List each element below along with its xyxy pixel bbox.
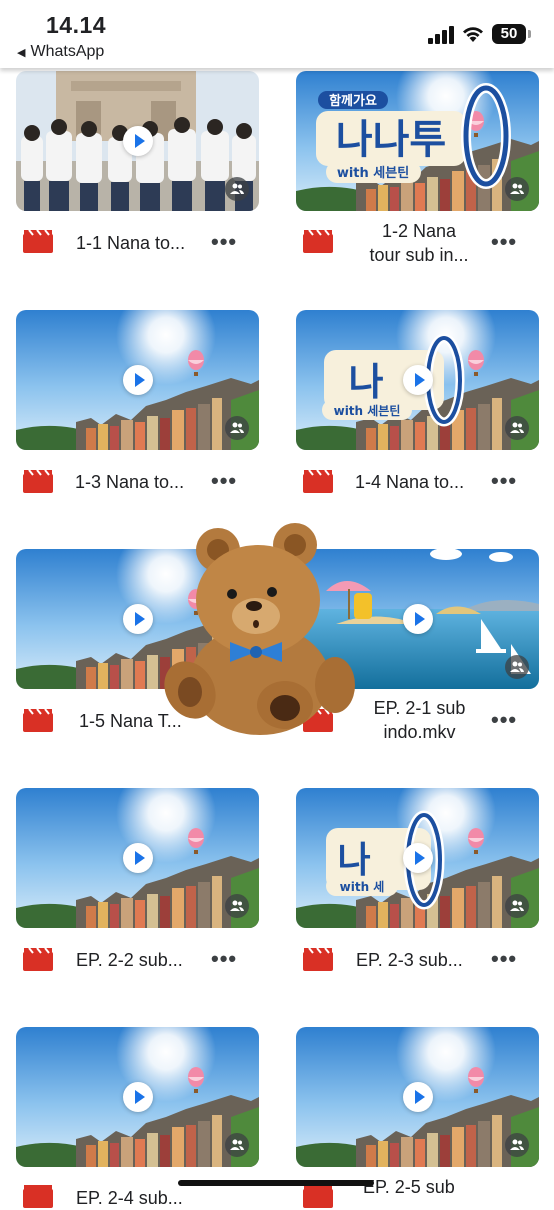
svg-text:나: 나 (337, 840, 370, 881)
svg-text:with 세: with 세 (340, 879, 385, 894)
more-options-icon[interactable]: ••• (211, 231, 237, 253)
play-icon (402, 365, 433, 395)
shared-people-icon (505, 894, 529, 918)
home-indicator[interactable] (178, 1180, 374, 1186)
file-name-line1: 1-2 Nana (381, 221, 457, 241)
shared-people-icon (505, 416, 529, 440)
video-file-icon (303, 947, 333, 971)
video-file-icon (23, 229, 53, 253)
cellular-signal-icon (428, 26, 454, 44)
play-icon (402, 604, 433, 634)
more-options-icon[interactable]: ••• (491, 231, 517, 253)
video-file-icon (303, 469, 333, 493)
file-name: 1-4 Nana to... (355, 472, 465, 492)
play-icon (402, 843, 433, 873)
battery-icon: 50 (492, 24, 531, 44)
video-thumbnail[interactable] (16, 310, 259, 450)
play-icon (122, 843, 153, 873)
file-name-line2: tour sub in... (369, 245, 469, 265)
video-thumbnail[interactable] (296, 1027, 539, 1167)
file-name: 1-3 Nana to... (75, 472, 185, 492)
file-name: EP. 2-2 sub... (76, 950, 183, 970)
shared-people-icon (505, 1133, 529, 1157)
play-icon (402, 1082, 433, 1112)
shared-people-icon (225, 177, 249, 201)
file-name: EP. 2-4 sub... (76, 1188, 183, 1208)
video-file-icon (23, 469, 53, 493)
video-thumbnail[interactable] (16, 788, 259, 928)
video-thumbnail[interactable]: 함께가요 나나투 with 세븐틴 (296, 71, 539, 211)
svg-text:나: 나 (349, 360, 384, 404)
file-name: EP. 2-3 sub... (356, 950, 463, 970)
play-icon (122, 126, 153, 156)
play-icon (122, 365, 153, 395)
back-arrow-icon: ◀ (17, 47, 26, 59)
video-thumbnail[interactable]: 나 with 세븐틴 (296, 310, 539, 450)
more-options-icon[interactable]: ••• (491, 470, 517, 492)
shared-people-icon (225, 1133, 249, 1157)
wifi-icon (463, 27, 483, 42)
svg-text:나나투: 나나투 (336, 117, 446, 163)
file-name-line1: EP. 2-5 sub (363, 1177, 455, 1197)
svg-text:with 세븐틴: with 세븐틴 (337, 165, 409, 181)
status-bar: 14.14 ◀ WhatsApp 50 (0, 0, 554, 68)
more-options-icon[interactable]: ••• (211, 948, 237, 970)
back-to-app-link[interactable]: ◀ WhatsApp (17, 43, 104, 61)
svg-text:함께가요: 함께가요 (329, 93, 377, 109)
video-file-icon (303, 1185, 333, 1208)
shared-people-icon (505, 655, 529, 679)
video-file-icon (23, 1185, 53, 1208)
play-icon (122, 1082, 153, 1112)
video-file-icon (303, 229, 333, 253)
video-file-icon (23, 947, 53, 971)
shared-people-icon (225, 416, 249, 440)
shared-people-icon (505, 177, 529, 201)
more-options-icon[interactable]: ••• (491, 709, 517, 731)
video-file-icon (23, 708, 53, 732)
teddy-bear-sticker (164, 523, 355, 735)
video-thumbnail[interactable] (16, 71, 259, 211)
more-options-icon[interactable]: ••• (211, 470, 237, 492)
video-thumbnail[interactable]: 나 with 세 (296, 788, 539, 928)
show-logo: 함께가요 나나투 with 세븐틴 (316, 83, 511, 189)
more-options-icon[interactable]: ••• (491, 948, 517, 970)
file-name: 1-1 Nana to... (76, 233, 186, 253)
shared-people-icon (225, 894, 249, 918)
clock: 14.14 (46, 12, 107, 38)
file-name-line2: indo.mkv (383, 722, 456, 742)
svg-text:with 세븐틴: with 세븐틴 (334, 403, 401, 418)
play-icon (122, 604, 153, 634)
video-thumbnail[interactable] (16, 1027, 259, 1167)
file-name-line1: EP. 2-1 sub (373, 698, 466, 718)
